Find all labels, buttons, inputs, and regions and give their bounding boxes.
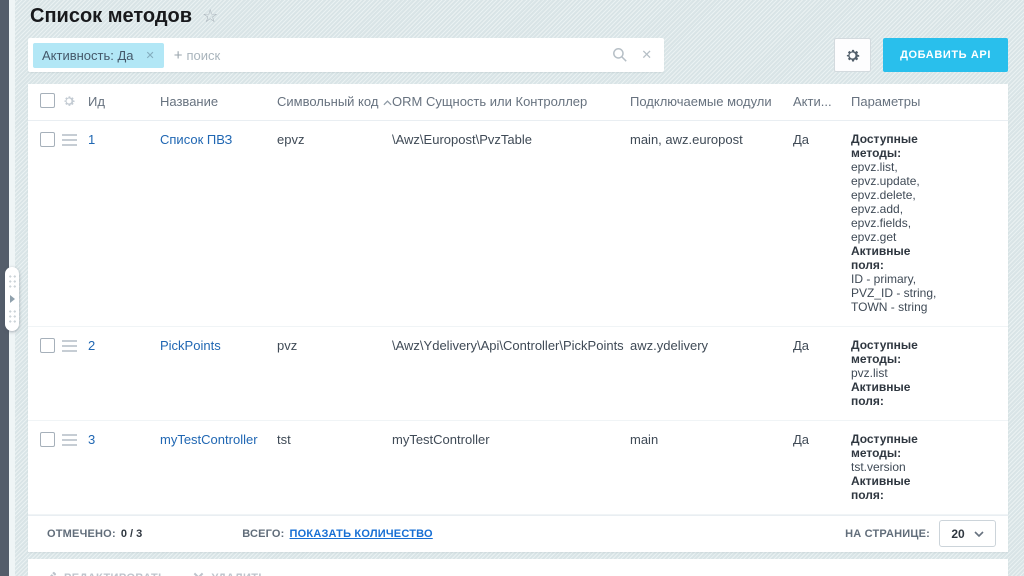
table-header-row: Ид Название Символьный код ORM Сущность … bbox=[28, 84, 1008, 120]
row-params: Доступные методы: pvz.list Активные поля… bbox=[851, 326, 1008, 420]
row-modules: main, awz.europost bbox=[630, 120, 793, 326]
row-id-link[interactable]: 3 bbox=[88, 432, 95, 447]
row-menu-icon[interactable] bbox=[62, 338, 77, 355]
columns-gear-icon[interactable] bbox=[62, 94, 76, 108]
show-count-link[interactable]: ПОКАЗАТЬ КОЛИЧЕСТВО bbox=[290, 528, 433, 540]
filter-chip-activity[interactable]: Активность: Да ✕ bbox=[33, 43, 164, 68]
methods-table: Ид Название Символьный код ORM Сущность … bbox=[28, 84, 1008, 515]
row-code: epvz bbox=[277, 120, 392, 326]
params-fields-label: Активные поля: bbox=[851, 474, 910, 502]
params-methods-label: Доступные методы: bbox=[851, 432, 918, 460]
select-all-checkbox[interactable] bbox=[40, 93, 55, 108]
selected-count-label: ОТМЕЧЕНО: bbox=[47, 528, 116, 540]
row-modules: main bbox=[630, 420, 793, 514]
row-active: Да bbox=[793, 120, 851, 326]
row-code: pvz bbox=[277, 326, 392, 420]
params-methods-label: Доступные методы: bbox=[851, 132, 918, 160]
params-fields-label: Активные поля: bbox=[851, 380, 910, 408]
per-page-select[interactable]: 20 bbox=[939, 520, 996, 547]
group-actions-panel: РЕДАКТИРОВАТЬ УДАЛИТЬ bbox=[28, 559, 1008, 576]
search-clear-icon[interactable]: ✕ bbox=[641, 47, 652, 63]
table-row: 1 Список ПВЗ epvz \Awz\Europost\PvzTable… bbox=[28, 120, 1008, 326]
row-checkbox[interactable] bbox=[40, 432, 55, 447]
edit-button[interactable]: РЕДАКТИРОВАТЬ bbox=[44, 571, 166, 576]
sidebar-expand-handle[interactable] bbox=[5, 267, 19, 331]
delete-button-label: УДАЛИТЬ bbox=[211, 572, 266, 576]
per-page-group: НА СТРАНИЦЕ: 20 bbox=[845, 520, 996, 547]
favorite-star-icon[interactable]: ☆ bbox=[202, 7, 218, 25]
edit-button-label: РЕДАКТИРОВАТЬ bbox=[64, 572, 166, 576]
page-header: Список методов ☆ bbox=[28, 0, 1008, 30]
row-orm: \Awz\Ydelivery\Api\Controller\PickPoints bbox=[392, 326, 630, 420]
row-params: Доступные методы: tst.version Активные п… bbox=[851, 420, 1008, 514]
column-header-orm[interactable]: ORM Сущность или Контроллер bbox=[392, 84, 630, 120]
column-header-modules[interactable]: Подключаемые модули bbox=[630, 84, 793, 120]
column-header-params[interactable]: Параметры bbox=[851, 84, 1008, 120]
row-name-link[interactable]: Список ПВЗ bbox=[160, 132, 232, 147]
search-box-icons: ✕ bbox=[612, 47, 652, 63]
pencil-icon bbox=[44, 571, 57, 576]
params-methods: tst.version bbox=[851, 460, 1000, 474]
row-menu-icon[interactable] bbox=[62, 132, 77, 149]
x-icon bbox=[193, 572, 204, 576]
params-fields: ID - primary, PVZ_ID - string, TOWN - st… bbox=[851, 272, 1000, 314]
params-fields-label: Активные поля: bbox=[851, 244, 910, 272]
per-page-value: 20 bbox=[951, 527, 964, 541]
row-orm: myTestController bbox=[392, 420, 630, 514]
column-header-active[interactable]: Акти... bbox=[793, 84, 851, 120]
page-title: Список методов bbox=[30, 5, 192, 28]
table-row: 2 PickPoints pvz \Awz\Ydelivery\Api\Cont… bbox=[28, 326, 1008, 420]
row-name-link[interactable]: PickPoints bbox=[160, 338, 221, 353]
filter-chip-remove-icon[interactable]: ✕ bbox=[146, 49, 155, 62]
params-methods: epvz.list, epvz.update, epvz.delete, epv… bbox=[851, 160, 1000, 244]
row-checkbox[interactable] bbox=[40, 132, 55, 147]
table-row: 3 myTestController tst myTestController … bbox=[28, 420, 1008, 514]
main-content: Список методов ☆ Активность: Да ✕ + ✕ bbox=[28, 0, 1008, 576]
delete-button[interactable]: УДАЛИТЬ bbox=[193, 572, 266, 576]
row-checkbox[interactable] bbox=[40, 338, 55, 353]
row-active: Да bbox=[793, 326, 851, 420]
grid-settings-button[interactable] bbox=[834, 38, 871, 72]
search-icon[interactable] bbox=[612, 47, 628, 63]
add-api-button[interactable]: ДОБАВИТЬ API bbox=[883, 38, 1008, 72]
row-menu-icon[interactable] bbox=[62, 432, 77, 449]
chevron-right-icon bbox=[10, 295, 15, 303]
total-group: ВСЕГО: ПОКАЗАТЬ КОЛИЧЕСТВО bbox=[242, 528, 433, 540]
grid-footer: ОТМЕЧЕНО: 0 / 3 ВСЕГО: ПОКАЗАТЬ КОЛИЧЕСТ… bbox=[28, 515, 1008, 552]
column-header-code[interactable]: Символьный код bbox=[277, 84, 392, 120]
row-orm: \Awz\Europost\PvzTable bbox=[392, 120, 630, 326]
row-id-link[interactable]: 2 bbox=[88, 338, 95, 353]
filter-chip-label: Активность: Да bbox=[42, 48, 134, 63]
selected-count-value: 0 / 3 bbox=[121, 528, 142, 540]
params-methods-label: Доступные методы: bbox=[851, 338, 918, 366]
row-active: Да bbox=[793, 420, 851, 514]
search-input[interactable] bbox=[187, 48, 613, 63]
column-header-id[interactable]: Ид bbox=[88, 84, 160, 120]
drag-dots-icon bbox=[8, 274, 17, 289]
column-header-name[interactable]: Название bbox=[160, 84, 277, 120]
chevron-down-icon bbox=[974, 531, 984, 537]
gear-icon bbox=[844, 47, 861, 64]
drag-dots-icon bbox=[8, 309, 17, 324]
data-grid-panel: Ид Название Символьный код ORM Сущность … bbox=[28, 84, 1008, 552]
row-modules: awz.ydelivery bbox=[630, 326, 793, 420]
filter-toolbar: Активность: Да ✕ + ✕ ДОБАВИТЬ API bbox=[28, 38, 1008, 72]
sort-asc-icon bbox=[383, 100, 392, 106]
filter-search-box[interactable]: Активность: Да ✕ + ✕ bbox=[28, 38, 664, 72]
params-methods: pvz.list bbox=[851, 366, 1000, 380]
row-code: tst bbox=[277, 420, 392, 514]
per-page-label: НА СТРАНИЦЕ: bbox=[845, 528, 930, 540]
row-id-link[interactable]: 1 bbox=[88, 132, 95, 147]
row-params: Доступные методы: epvz.list, epvz.update… bbox=[851, 120, 1008, 326]
total-label: ВСЕГО: bbox=[242, 528, 284, 540]
row-name-link[interactable]: myTestController bbox=[160, 432, 258, 447]
filter-add-icon: + bbox=[174, 47, 183, 64]
